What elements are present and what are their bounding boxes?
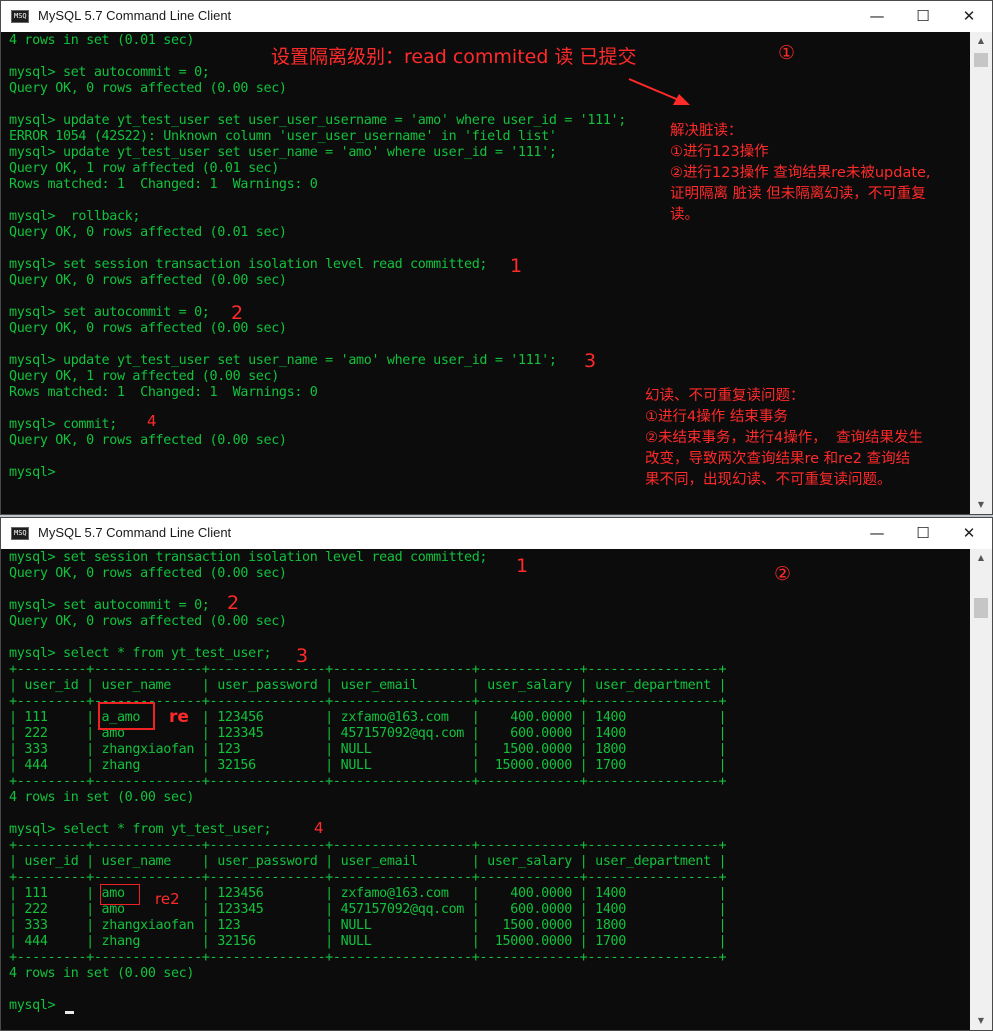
console-line: +---------+--------------+--------------… (9, 950, 727, 965)
scrollbar-thumb[interactable] (974, 598, 988, 618)
console-window-1[interactable]: MSQ MySQL 5.7 Command Line Client — ☐ ✕ … (0, 0, 993, 515)
console-line: mysql> (9, 998, 56, 1013)
step-marker-2: 2 (227, 592, 240, 614)
dirty-read-note: 解决脏读： ①进行123操作 ②进行123操作 查询结果re未被update, … (670, 123, 931, 223)
step-marker-3: 3 (584, 350, 597, 372)
console-line: | 444 | zhang | 32156 | NULL | 15000.000… (9, 934, 727, 949)
scroll-down-arrow-icon[interactable]: ▼ (970, 1012, 992, 1030)
console-line: | 444 | zhang | 32156 | NULL | 15000.000… (9, 758, 727, 773)
step-marker-1: 1 (516, 555, 529, 577)
label-re: re (169, 707, 189, 727)
step-marker-3: 3 (296, 645, 309, 667)
window-title: MySQL 5.7 Command Line Client (38, 525, 232, 540)
label-re2: re2 (155, 890, 180, 908)
console-line: mysql> set session transaction isolation… (9, 550, 488, 565)
phantom-read-note: 幻读、不可重复读问题： ①进行4操作 结束事务 ②未结束事务，进行4操作， 查询… (645, 388, 923, 488)
console-output[interactable]: mysql> set session transaction isolation… (1, 549, 970, 1030)
vertical-scrollbar[interactable]: ▲ ▼ (970, 549, 992, 1030)
console-line: mysql> select * from yt_test_user; (9, 822, 272, 837)
console-line: 4 rows in set (0.00 sec) (9, 966, 195, 981)
highlight-box-re (98, 702, 155, 730)
console-line: | user_id | user_name | user_password | … (9, 854, 727, 869)
console-line: 4 rows in set (0.00 sec) (9, 790, 195, 805)
console-window-2[interactable]: MSQ MySQL 5.7 Command Line Client — ☐ ✕ … (0, 517, 993, 1031)
console-line: Query OK, 0 rows affected (0.00 sec) (9, 614, 287, 629)
step-marker-1: 1 (510, 255, 523, 277)
console-line: +---------+--------------+--------------… (9, 774, 727, 789)
maximize-button[interactable]: ☐ (900, 518, 946, 549)
circle-label-two: ② (774, 563, 792, 585)
mysql-console-icon: MSQ (11, 527, 29, 540)
text-cursor (65, 1011, 74, 1014)
console-line: Query OK, 0 rows affected (0.00 sec) (9, 566, 287, 581)
console-line: | 333 | zhangxiaofan | 123 | NULL | 1500… (9, 742, 727, 757)
minimize-button[interactable]: — (854, 518, 900, 549)
step-marker-2: 2 (231, 302, 244, 324)
console-line: +---------+--------------+--------------… (9, 662, 727, 677)
title-bar[interactable]: MSQ MySQL 5.7 Command Line Client — ☐ ✕ (1, 518, 992, 549)
scroll-up-arrow-icon[interactable]: ▲ (970, 549, 992, 567)
close-button[interactable]: ✕ (946, 518, 992, 549)
step-marker-4: 4 (314, 819, 324, 837)
console-line: mysql> set autocommit = 0; (9, 598, 210, 613)
console-line: mysql> select * from yt_test_user; (9, 646, 272, 661)
step-marker-4: 4 (147, 412, 157, 430)
icon-label: MSQ (14, 529, 27, 537)
console-line: | 333 | zhangxiaofan | 123 | NULL | 1500… (9, 918, 727, 933)
highlight-box-re2 (100, 884, 140, 905)
console-line: | user_id | user_name | user_password | … (9, 678, 727, 693)
console-line: +---------+--------------+--------------… (9, 838, 727, 853)
